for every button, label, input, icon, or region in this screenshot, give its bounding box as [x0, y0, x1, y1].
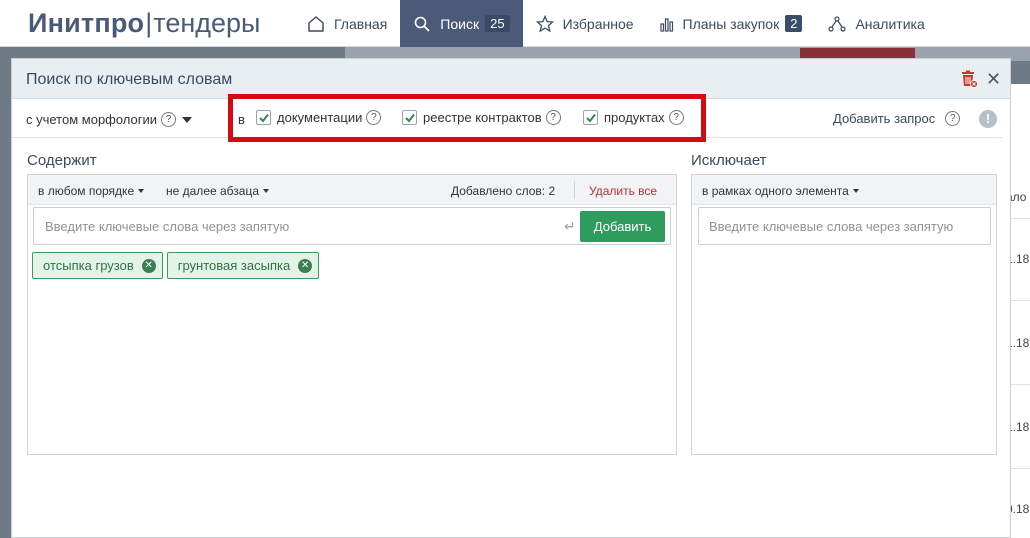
- purchase-plans-badge: 2: [785, 15, 803, 32]
- keyword-tag: грунтовая засыпка ✕: [166, 252, 320, 279]
- excludes-input-wrapper: [698, 207, 991, 245]
- excludes-toolbar: в рамках одного элемента: [692, 175, 996, 205]
- nav-label-home: Главная: [334, 15, 388, 32]
- search-count-badge: 25: [485, 15, 510, 32]
- main-nav: Главная Поиск 25 Избранное Планы закупок…: [294, 0, 938, 47]
- keyword-search-modal: Поиск по ключевым словам ✕ с учетом морф…: [11, 58, 1011, 538]
- logo-part1: Инитпро: [28, 8, 145, 38]
- order-label: в любом порядке: [38, 184, 135, 198]
- network-icon: [828, 15, 847, 32]
- help-icon[interactable]: ?: [945, 111, 961, 126]
- tag-label: грунтовая засыпка: [177, 258, 291, 273]
- add-keyword-button[interactable]: Добавить: [580, 211, 665, 242]
- top-navigation-bar: Инитпро|тендеры Главная Поиск 25 Избранн…: [0, 0, 1030, 47]
- chevron-down-icon: [263, 189, 269, 193]
- nav-item-home[interactable]: Главная: [294, 0, 400, 47]
- search-icon: [414, 16, 430, 32]
- contains-input-row: ↵ Добавить: [33, 207, 671, 245]
- scope-label: в рамках одного элемента: [702, 184, 849, 198]
- chevron-down-icon: [852, 189, 859, 193]
- help-icon[interactable]: ?: [161, 112, 177, 127]
- nav-label-purchase-plans: Планы закупок: [682, 15, 780, 32]
- toolbar-divider: [574, 181, 575, 199]
- tag-label: отсыпка грузов: [43, 258, 134, 273]
- annotation-highlight-box: [228, 94, 706, 142]
- chevron-down-icon: [138, 189, 145, 193]
- chevron-down-icon: [182, 116, 193, 123]
- keyword-tag: отсыпка грузов ✕: [32, 252, 163, 279]
- modal-title: Поиск по ключевым словам: [26, 71, 233, 88]
- logo-separator: |: [145, 8, 153, 38]
- excludes-keywords-input[interactable]: [699, 208, 990, 244]
- trash-icon[interactable]: [960, 70, 978, 88]
- nav-item-analytics[interactable]: Аналитика: [815, 0, 937, 47]
- remove-tag-icon[interactable]: ✕: [298, 258, 313, 273]
- scope-dropdown[interactable]: в рамках одного элемента: [702, 184, 859, 198]
- add-query-label: Добавить запрос: [833, 111, 936, 126]
- delete-all-link[interactable]: Удалить все: [589, 184, 657, 198]
- star-icon: [535, 14, 554, 32]
- morphology-dropdown[interactable]: с учетом морфологии ?: [26, 112, 193, 127]
- distance-label: не далее абзаца: [166, 184, 259, 198]
- nav-item-purchase-plans[interactable]: Планы закупок 2: [647, 0, 816, 47]
- app-logo[interactable]: Инитпро|тендеры: [28, 8, 260, 39]
- keyword-tags: отсыпка грузов ✕ грунтовая засыпка ✕: [32, 252, 323, 279]
- home-icon: [308, 15, 324, 32]
- close-icon[interactable]: ✕: [986, 69, 1001, 90]
- add-query-link[interactable]: Добавить запрос ?: [833, 111, 961, 126]
- contains-title: Содержит: [27, 152, 97, 169]
- excludes-title: Исключает: [691, 152, 767, 169]
- remove-tag-icon[interactable]: ✕: [141, 258, 156, 273]
- morphology-label: с учетом морфологии: [26, 112, 158, 127]
- nav-label-search: Поиск: [440, 15, 480, 32]
- exclamation-icon[interactable]: !: [979, 110, 997, 128]
- contains-toolbar: в любом порядке не далее абзаца Добавлен…: [28, 175, 676, 205]
- contains-panel: в любом порядке не далее абзаца Добавлен…: [27, 174, 677, 455]
- excludes-panel: в рамках одного элемента: [691, 174, 997, 455]
- nav-item-favorites[interactable]: Избранное: [523, 0, 647, 47]
- nav-item-search[interactable]: Поиск 25: [400, 0, 523, 47]
- contains-keywords-input[interactable]: [35, 209, 565, 243]
- background-red-button: [800, 48, 915, 58]
- modal-header: Поиск по ключевым словам ✕: [12, 59, 1010, 99]
- added-words-count: Добавлено слов: 2: [451, 184, 556, 198]
- chart-icon: [659, 17, 673, 32]
- distance-dropdown[interactable]: не далее абзаца: [166, 184, 269, 198]
- logo-part2: тендеры: [153, 8, 261, 38]
- order-dropdown[interactable]: в любом порядке: [38, 184, 145, 198]
- nav-label-favorites: Избранное: [562, 15, 634, 32]
- nav-label-analytics: Аналитика: [855, 15, 925, 32]
- enter-icon: ↵: [564, 218, 576, 234]
